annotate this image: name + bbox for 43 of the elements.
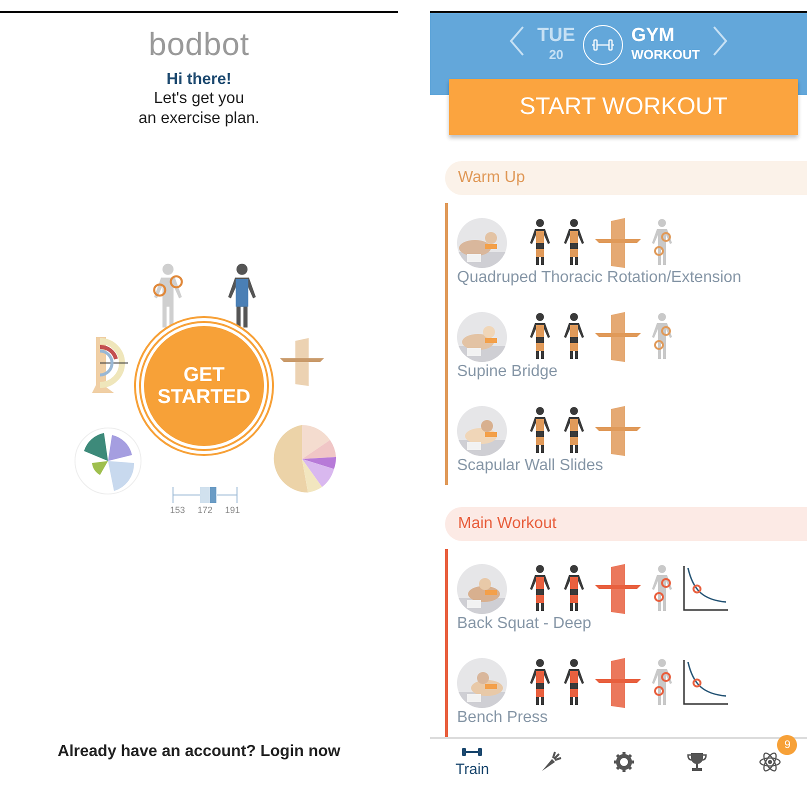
body-plane-icon [593,405,643,457]
start-workout-button[interactable]: START WORKOUT [449,79,798,135]
notification-badge: 9 [777,735,798,755]
intensity-curve-icon [681,658,729,708]
intro-text: Let's get you [154,89,244,109]
intro-text: an exercise plan. [138,109,260,129]
body-plane-icon [593,217,643,269]
axis-tick-label: 191 [224,505,240,515]
date-label: 20 [548,47,564,62]
tab[interactable] [540,751,562,773]
body-plane-icon [593,311,643,363]
exercise-name[interactable]: Quadruped Thoracic Rotation/Extension [457,269,807,287]
tab[interactable] [686,751,708,773]
chevron-right-icon [712,25,728,57]
tab[interactable]: Train [456,746,490,778]
exercise-name[interactable]: Supine Bridge [457,363,807,381]
exercise-name[interactable]: Scapular Wall Slides [457,457,807,475]
exercise-name[interactable]: Back Squat - Deep [457,615,807,633]
greeting: Hi there! [166,71,232,89]
body-plane-icon [593,563,643,615]
body-plane-icon [593,657,643,709]
rose-chart-icon [74,427,142,495]
logo: bodbot [148,26,250,63]
box-plot-icon [172,485,238,505]
section-header: Main Workout [445,507,807,541]
workout-title: GYM [631,25,676,47]
tab[interactable] [613,751,636,773]
chevron-left-icon [509,25,526,57]
dumbbell-icon [583,25,624,65]
atom-icon [759,751,782,773]
axis-tick-label: 153 [170,505,186,515]
dumbbell-icon [461,746,484,758]
tab[interactable] [759,751,782,773]
login-prompt[interactable]: Already have an account? Login now [58,743,340,761]
exercise-name[interactable]: Bench Press [457,709,807,727]
section-header: Warm Up [445,161,807,195]
axis-tick-label: 172 [197,505,213,515]
intensity-curve-icon [681,564,729,614]
day-label: TUE [537,25,576,47]
trophy-icon [686,751,708,773]
workout-subtitle: WORKOUT [631,47,700,62]
carrot-icon [540,751,562,773]
settings-icon [613,751,636,773]
